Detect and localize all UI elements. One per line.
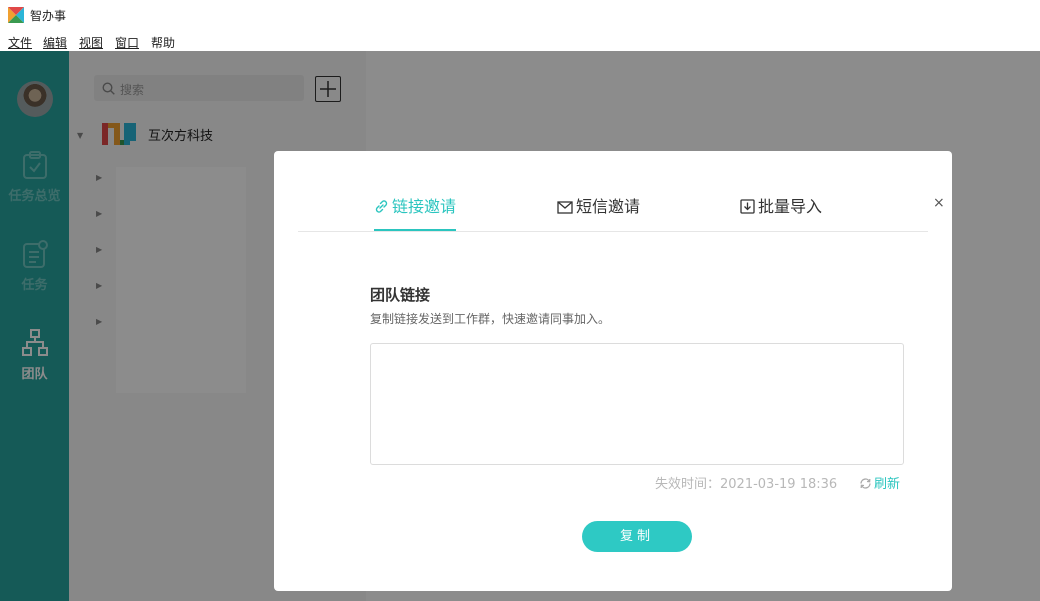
import-icon bbox=[740, 199, 755, 214]
section-description: 复制链接发送到工作群，快速邀请同事加入。 bbox=[370, 312, 611, 326]
menu-view[interactable]: 视图 bbox=[79, 34, 103, 51]
active-tab-indicator bbox=[374, 229, 457, 231]
menu-edit[interactable]: 编辑 bbox=[43, 34, 67, 51]
menu-bar: 文件 编辑 视图 窗口 帮助 bbox=[0, 30, 1040, 51]
app-logo-icon bbox=[8, 7, 24, 23]
menu-window[interactable]: 窗口 bbox=[115, 34, 139, 51]
expire-label: 失效时间： bbox=[655, 477, 721, 492]
tab-batch-import[interactable]: 批量导入 bbox=[740, 193, 822, 229]
window-title: 智办事 bbox=[30, 9, 67, 23]
menu-file[interactable]: 文件 bbox=[8, 34, 32, 51]
copy-button[interactable]: 复制 bbox=[582, 521, 692, 552]
tab-bar: 链接邀请 短信邀请 批量导入 × bbox=[298, 151, 945, 232]
refresh-icon bbox=[860, 478, 871, 489]
title-bar: 智办事 bbox=[0, 0, 1040, 30]
section-title: 团队链接 bbox=[370, 286, 431, 304]
expire-info: 失效时间：2021-03-19 18:36 bbox=[655, 473, 837, 492]
menu-help[interactable]: 帮助 bbox=[151, 34, 175, 51]
tab-sms-invite[interactable]: 短信邀请 bbox=[557, 193, 640, 229]
link-icon bbox=[375, 200, 388, 213]
invite-link-field[interactable] bbox=[370, 343, 904, 465]
mail-icon bbox=[557, 201, 573, 214]
expire-time: 2021-03-19 18:36 bbox=[720, 477, 838, 492]
tab-link-invite[interactable]: 链接邀请 bbox=[374, 193, 457, 231]
invite-dialog: 链接邀请 短信邀请 批量导入 × 团队链接 复制链接发送到工作群，快速邀请同事加… bbox=[274, 151, 952, 591]
close-icon[interactable]: × bbox=[933, 195, 945, 211]
refresh-button[interactable]: 刷新 bbox=[859, 473, 900, 492]
